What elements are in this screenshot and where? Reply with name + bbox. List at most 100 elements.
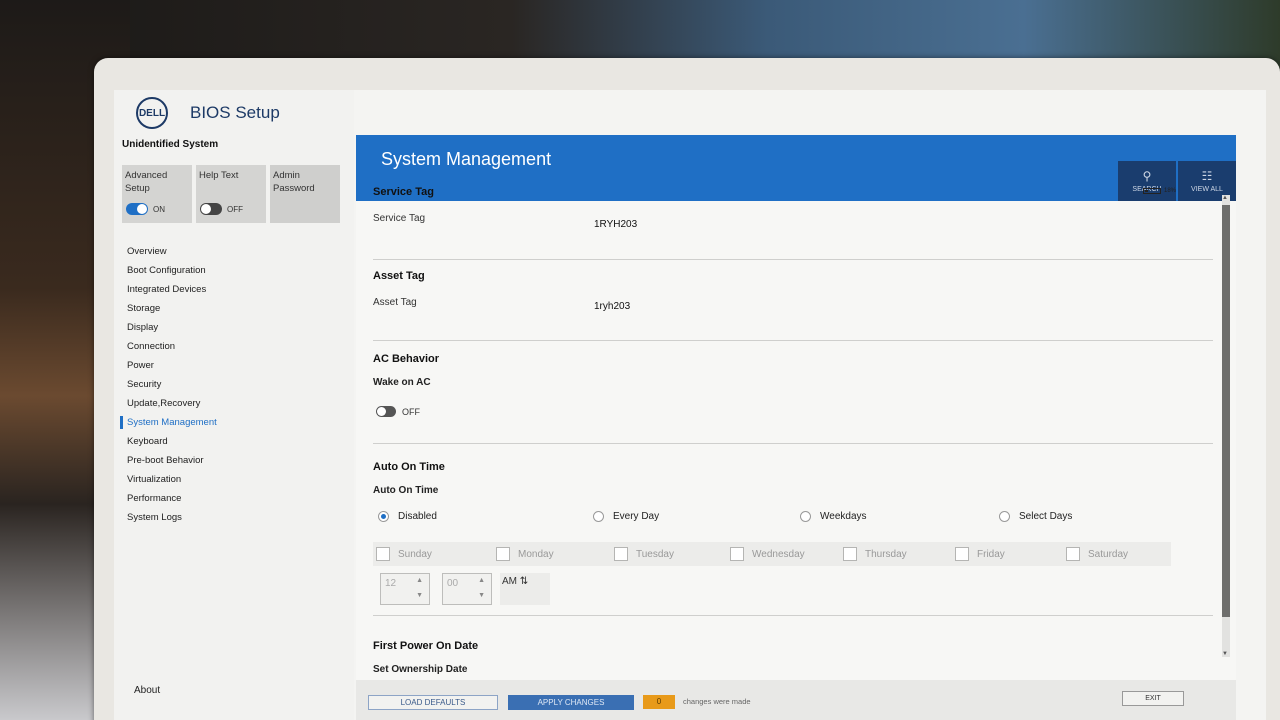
footer-bar: LOAD DEFAULTS APPLY CHANGES 0 changes we… <box>356 680 1236 720</box>
tile-label: Admin Password <box>273 170 315 194</box>
sidebar-item-integrated-devices[interactable]: Integrated Devices <box>127 280 217 299</box>
auto-on-time-label: Auto On Time <box>373 485 439 496</box>
radio-button[interactable] <box>378 511 389 522</box>
help-text-toggle[interactable]: OFF <box>200 203 243 215</box>
day-label: Thursday <box>865 548 907 560</box>
day-sunday[interactable]: Sunday <box>376 547 432 561</box>
radio-disabled[interactable]: Disabled <box>378 511 437 522</box>
day-monday[interactable]: Monday <box>496 547 554 561</box>
radio-select-days[interactable]: Select Days <box>999 511 1072 522</box>
asset-tag-heading: Asset Tag <box>373 270 425 282</box>
exit-button[interactable]: EXIT <box>1122 691 1184 706</box>
minute-value: 00 <box>447 578 459 589</box>
hour-stepper[interactable]: 12 ▲ ▼ <box>380 573 430 605</box>
day-saturday[interactable]: Saturday <box>1066 547 1128 561</box>
toggle-switch[interactable] <box>376 406 396 417</box>
chevron-down-icon[interactable]: ▼ <box>416 592 423 599</box>
sidebar-item-display[interactable]: Display <box>127 318 217 337</box>
tile-advanced-setup[interactable]: Advanced Setup ON <box>122 165 192 223</box>
day-friday[interactable]: Friday <box>955 547 1005 561</box>
divider <box>373 259 1213 260</box>
sidebar-item-security[interactable]: Security <box>127 375 217 394</box>
day-label: Wednesday <box>752 548 805 560</box>
chevron-up-icon[interactable]: ▲ <box>478 577 485 584</box>
checkbox[interactable] <box>614 547 628 561</box>
about-link[interactable]: About <box>134 685 160 696</box>
tile-label: Help Text <box>199 170 239 181</box>
apply-changes-button[interactable]: APPLY CHANGES <box>508 695 634 710</box>
tile-label: Advanced Setup <box>125 170 168 194</box>
sidebar-item-storage[interactable]: Storage <box>127 299 217 318</box>
scrollbar[interactable]: ▲ ▼ <box>1222 195 1230 657</box>
scrollbar-thumb[interactable] <box>1222 205 1230 617</box>
checkbox[interactable] <box>730 547 744 561</box>
chevron-down-icon[interactable]: ▼ <box>478 592 485 599</box>
checkbox[interactable] <box>496 547 510 561</box>
sidebar-item-overview[interactable]: Overview <box>127 242 217 261</box>
sidebar-item-performance[interactable]: Performance <box>127 489 217 508</box>
day-thursday[interactable]: Thursday <box>843 547 907 561</box>
wake-on-ac-toggle[interactable]: OFF <box>376 406 420 417</box>
changes-text: changes were made <box>683 697 751 706</box>
day-wednesday[interactable]: Wednesday <box>730 547 805 561</box>
day-tuesday[interactable]: Tuesday <box>614 547 674 561</box>
load-defaults-button[interactable]: LOAD DEFAULTS <box>368 695 498 710</box>
sidebar-item-boot-configuration[interactable]: Boot Configuration <box>127 261 217 280</box>
battery-indicator: 18% <box>1142 188 1176 194</box>
sidebar-item-connection[interactable]: Connection <box>127 337 217 356</box>
changes-count-badge: 0 <box>643 695 675 709</box>
system-name: Unidentified System <box>122 139 219 150</box>
sidebar-item-keyboard[interactable]: Keyboard <box>127 432 217 451</box>
radio-label: Disabled <box>398 511 437 522</box>
main-pane: System Management ⚲ SEARCH ☷ VIEW ALL Se… <box>356 135 1236 720</box>
settings-content: Service Tag Service Tag 1RYH203 Asset Ta… <box>356 185 1221 680</box>
sidebar-item-system-logs[interactable]: System Logs <box>127 508 217 527</box>
battery-level: 18% <box>1163 188 1176 194</box>
sidebar-item-power[interactable]: Power <box>127 356 217 375</box>
checkbox[interactable] <box>1066 547 1080 561</box>
day-label: Sunday <box>398 548 432 560</box>
service-tag-value: 1RYH203 <box>594 219 638 230</box>
radio-label: Weekdays <box>820 511 867 522</box>
toggle-state: OFF <box>402 406 420 417</box>
sidebar-item-update-recovery[interactable]: Update,Recovery <box>127 394 217 413</box>
minute-stepper[interactable]: 00 ▲ ▼ <box>442 573 492 605</box>
radio-label: Select Days <box>1019 511 1073 522</box>
radio-button[interactable] <box>999 511 1010 522</box>
sliders-icon: ☷ <box>1201 168 1213 183</box>
toggle-switch[interactable] <box>200 203 222 215</box>
scroll-down-icon[interactable]: ▼ <box>1222 651 1228 657</box>
app-title: BIOS Setup <box>190 103 280 122</box>
asset-tag-value[interactable]: 1ryh203 <box>594 301 630 312</box>
service-tag-label: Service Tag <box>373 213 426 224</box>
radio-every-day[interactable]: Every Day <box>593 511 659 522</box>
scroll-up-icon[interactable]: ▲ <box>1222 195 1228 201</box>
ac-behavior-heading: AC Behavior <box>373 353 440 365</box>
sidebar-item-pre-boot-behavior[interactable]: Pre-boot Behavior <box>127 451 217 470</box>
search-icon: ⚲ <box>1142 168 1152 183</box>
sidebar-item-virtualization[interactable]: Virtualization <box>127 470 217 489</box>
tile-admin-password[interactable]: Admin Password <box>270 165 340 223</box>
bios-screen: DELL BIOS Setup Unidentified System Adva… <box>114 90 1266 720</box>
set-ownership-date-label: Set Ownership Date <box>373 664 468 675</box>
auto-on-time-heading: Auto On Time <box>373 461 445 473</box>
quick-settings: Advanced Setup ON Help Text OFF Admin Pa… <box>122 165 340 223</box>
checkbox[interactable] <box>843 547 857 561</box>
checkbox[interactable] <box>955 547 969 561</box>
ampm-toggle[interactable]: AM ⇅ <box>500 573 550 605</box>
radio-weekdays[interactable]: Weekdays <box>800 511 867 522</box>
checkbox[interactable] <box>376 547 390 561</box>
advanced-setup-toggle[interactable]: ON <box>126 203 165 215</box>
tile-help-text[interactable]: Help Text OFF <box>196 165 266 223</box>
page-title: System Management <box>381 149 552 169</box>
radio-button[interactable] <box>593 511 604 522</box>
radio-button[interactable] <box>800 511 811 522</box>
toggle-switch[interactable] <box>126 203 148 215</box>
dell-logo: DELL <box>136 97 168 129</box>
day-label: Saturday <box>1088 548 1129 560</box>
service-tag-heading: Service Tag <box>373 186 434 198</box>
chevron-up-icon[interactable]: ▲ <box>416 577 423 584</box>
sidebar-item-system-management[interactable]: System Management <box>120 413 217 432</box>
divider <box>373 340 1213 341</box>
hour-value: 12 <box>385 578 397 589</box>
